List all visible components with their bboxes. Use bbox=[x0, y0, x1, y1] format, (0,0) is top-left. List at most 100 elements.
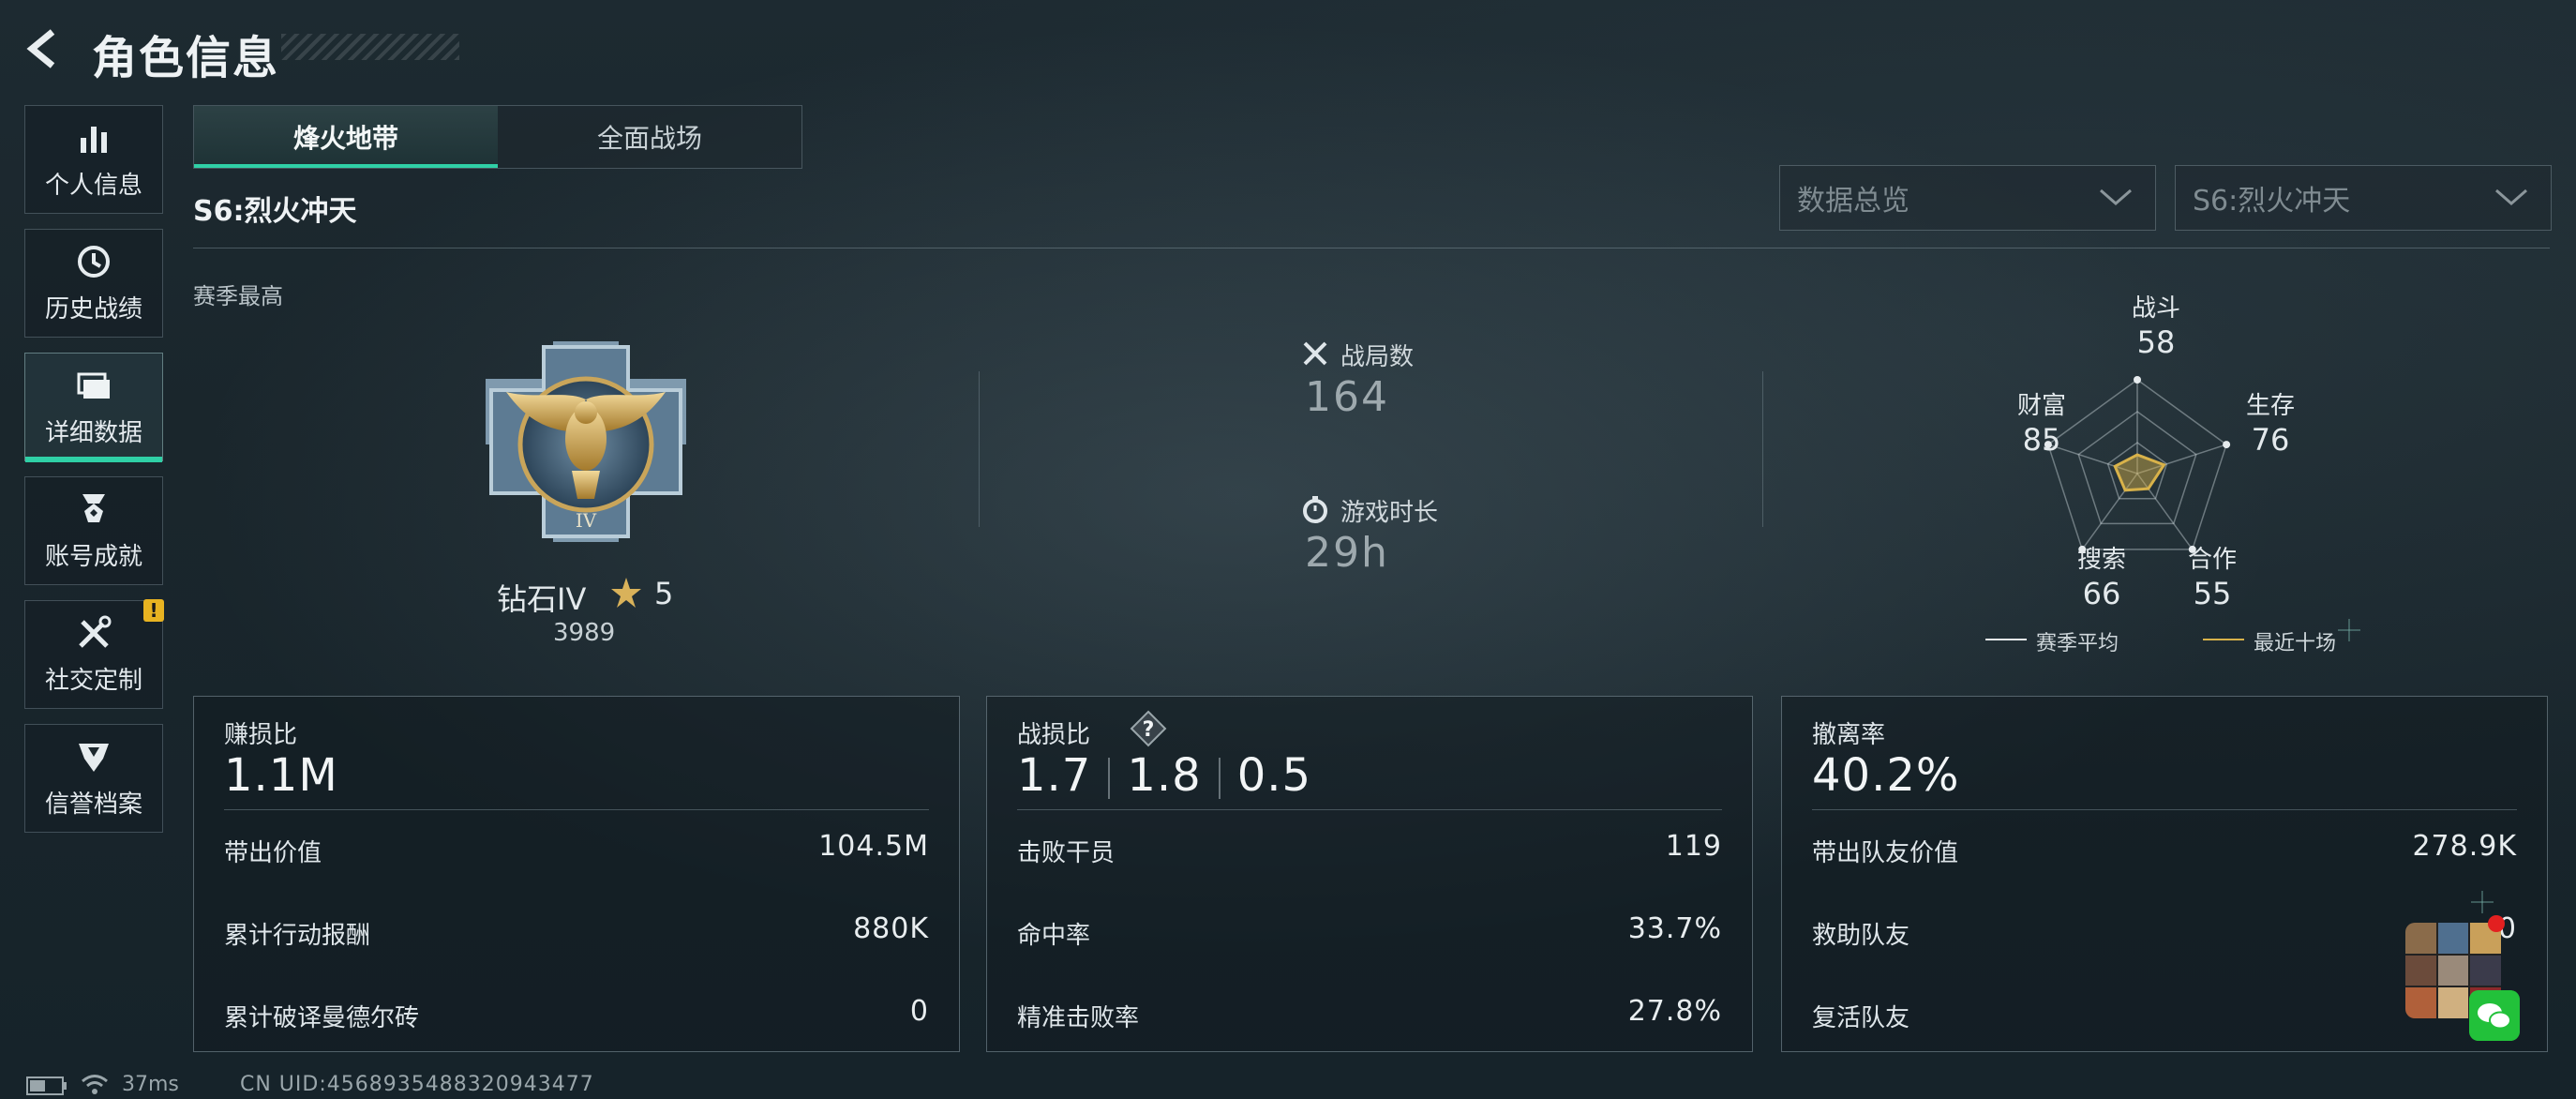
help-question-icon[interactable]: ? bbox=[1130, 710, 1167, 747]
stat-row-label: 带出队友价值 bbox=[1812, 839, 1959, 867]
tab-firezone[interactable]: 烽火地带 bbox=[194, 106, 498, 168]
radar-value-wealth: 85 bbox=[2022, 422, 2061, 458]
stat-row-label: 命中率 bbox=[1017, 922, 1091, 950]
sidebar-item-label: 详细数据 bbox=[44, 418, 142, 447]
tab-full-battlefield[interactable]: 全面战场 bbox=[498, 106, 801, 168]
stat-row-label: 带出价值 bbox=[224, 839, 322, 867]
value-separator bbox=[1218, 758, 1221, 799]
sidebar-item-label: 个人信息 bbox=[44, 171, 142, 200]
section-divider bbox=[1762, 371, 1763, 527]
kd-value-1: 1.7 bbox=[1017, 749, 1092, 802]
card-title: 撤离率 bbox=[1812, 721, 1886, 749]
wechat-icon[interactable] bbox=[2469, 990, 2520, 1041]
radar-recent-series bbox=[2113, 453, 2166, 492]
select-value: 数据总览 bbox=[1797, 185, 1910, 218]
wifi-icon bbox=[82, 1075, 108, 1094]
sidebar-item-label: 社交定制 bbox=[44, 666, 142, 695]
kd-value-2: 1.8 bbox=[1127, 749, 1202, 802]
legend-label-season-avg: 赛季平均 bbox=[2036, 632, 2119, 655]
card-divider bbox=[1017, 809, 1722, 810]
season-name: S6:烈火冲天 bbox=[193, 195, 357, 228]
stat-row-value: 278.9K bbox=[2412, 830, 2517, 863]
card-main-value: 1.1M bbox=[224, 749, 338, 802]
sidebar-item-social-custom[interactable]: 社交定制 ! bbox=[24, 599, 164, 709]
profit-loss-card: 赚损比 1.1M 带出价值 104.5M 累计行动报酬 880K 累计破译曼德尔… bbox=[193, 696, 960, 1052]
card-main-value: 40.2% bbox=[1812, 749, 1960, 802]
season-best-label: 赛季最高 bbox=[193, 283, 283, 309]
stat-row-label: 精准击败率 bbox=[1017, 1004, 1140, 1032]
sidebar-item-reputation[interactable]: 信誉档案 bbox=[24, 724, 163, 833]
radar-label-wealth: 财富 bbox=[2016, 392, 2066, 420]
sidebar-item-personal-info[interactable]: 个人信息 bbox=[24, 105, 163, 214]
radar-value-teamwork: 55 bbox=[2193, 576, 2232, 611]
stat-row-label: 救助队友 bbox=[1812, 922, 1910, 950]
stat-row-value: 27.8% bbox=[1627, 995, 1722, 1028]
radar-label-survival: 生存 bbox=[2245, 392, 2295, 420]
kd-value-3: 0.5 bbox=[1236, 749, 1312, 802]
chevron-down-icon bbox=[2100, 188, 2132, 205]
playtime-label: 游戏时长 bbox=[1340, 499, 1439, 527]
tools-icon bbox=[79, 615, 112, 648]
rank-star-count: 5 bbox=[654, 576, 674, 611]
stat-row-value: 104.5M bbox=[818, 830, 929, 863]
bar-chart-icon bbox=[81, 126, 107, 153]
card-multi-value: 1.7 1.8 0.5 bbox=[1017, 749, 1311, 802]
svg-text:?: ? bbox=[1143, 718, 1155, 742]
medal-icon bbox=[82, 493, 105, 522]
sidebar-item-history[interactable]: 历史战绩 bbox=[24, 229, 163, 338]
notification-dot bbox=[2488, 915, 2505, 932]
stat-row-label: 累计破译曼德尔砖 bbox=[224, 1004, 420, 1032]
legend-swatch-season-avg bbox=[1985, 639, 2027, 640]
playtime-value: 29h bbox=[1305, 529, 1389, 577]
battery-icon bbox=[26, 1076, 67, 1095]
back-arrow-icon[interactable] bbox=[24, 28, 66, 69]
sidebar-item-label: 账号成就 bbox=[44, 542, 142, 571]
card-title: 赚损比 bbox=[224, 721, 298, 749]
radar-value-search: 66 bbox=[2082, 576, 2121, 611]
radar-axis-point bbox=[2134, 376, 2141, 384]
radar-value-survival: 76 bbox=[2251, 422, 2290, 458]
stopwatch-icon bbox=[1303, 496, 1327, 523]
stat-row-value: 33.7% bbox=[1627, 912, 1722, 945]
data-type-select[interactable]: 数据总览 bbox=[1779, 165, 2156, 231]
title-decoration bbox=[281, 34, 459, 60]
sidebar-item-detailed-data[interactable]: 详细数据 bbox=[24, 353, 163, 462]
legend-label-recent: 最近十场 bbox=[2254, 632, 2337, 655]
page-title: 角色信息 bbox=[92, 32, 280, 84]
card-title: 战损比 bbox=[1017, 721, 1091, 749]
crosshair-decoration bbox=[2471, 891, 2494, 913]
uid-text: CN UID:4568935488320943477 bbox=[240, 1073, 594, 1096]
warning-badge: ! bbox=[143, 599, 164, 622]
radar-label-combat: 战斗 bbox=[2131, 294, 2180, 323]
section-divider bbox=[979, 371, 980, 527]
sidebar-item-achievements[interactable]: 账号成就 bbox=[24, 476, 163, 585]
value-separator bbox=[1108, 758, 1111, 799]
matches-label: 战局数 bbox=[1340, 343, 1415, 371]
folder-stack-icon bbox=[77, 372, 110, 399]
sidebar-item-label: 信誉档案 bbox=[44, 790, 142, 819]
select-value: S6:烈火冲天 bbox=[2193, 185, 2351, 218]
stat-row-label: 击败干员 bbox=[1017, 839, 1116, 867]
crossed-swords-icon bbox=[1303, 341, 1327, 366]
rank-emblem-icon: IV bbox=[486, 341, 686, 542]
radar-axis-point bbox=[2223, 441, 2231, 449]
sidebar-item-label: 历史战绩 bbox=[44, 294, 142, 324]
card-divider bbox=[224, 809, 929, 810]
radar-value-combat: 58 bbox=[2136, 324, 2176, 360]
matches-value: 164 bbox=[1305, 373, 1389, 421]
stat-row-value: 119 bbox=[1665, 830, 1722, 863]
shield-emblem-icon bbox=[79, 743, 109, 772]
svg-text:IV: IV bbox=[576, 509, 597, 532]
stat-row-label: 复活队友 bbox=[1812, 1004, 1910, 1032]
legend-swatch-recent bbox=[2203, 639, 2244, 640]
ping-text: 37ms bbox=[122, 1073, 179, 1096]
rank-name: 钻石IV bbox=[497, 581, 587, 617]
history-clock-icon bbox=[78, 245, 110, 278]
star-icon bbox=[611, 578, 641, 608]
season-select[interactable]: S6:烈火冲天 bbox=[2175, 165, 2552, 231]
chevron-down-icon bbox=[2495, 188, 2527, 205]
mode-tab-bar: 烽火地带 全面战场 bbox=[193, 105, 802, 169]
radar-label-teamwork: 合作 bbox=[2187, 546, 2237, 574]
stat-row-value: 880K bbox=[853, 912, 929, 945]
stat-row-label: 累计行动报酬 bbox=[224, 922, 371, 950]
